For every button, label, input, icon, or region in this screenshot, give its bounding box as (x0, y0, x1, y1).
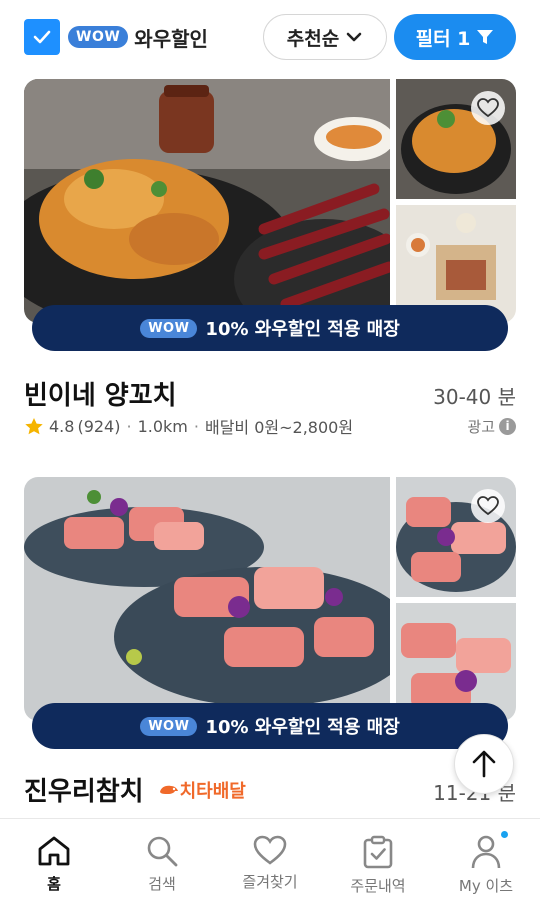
clipboard-icon (363, 835, 393, 869)
favorite-button[interactable] (471, 489, 505, 523)
heart-icon (253, 835, 287, 865)
info-icon: i (499, 417, 516, 435)
filter-button[interactable]: 필터 1 (394, 14, 516, 60)
cheetah-delivery-badge: 치타배달 (158, 777, 246, 803)
nav-search[interactable]: 검색 (108, 819, 216, 901)
delivery-time: 30-40 분 (433, 385, 516, 409)
sort-button[interactable]: 추천순 (263, 14, 387, 60)
search-icon (147, 836, 178, 867)
wow-badge: WOW (140, 318, 198, 338)
heart-icon (477, 98, 499, 118)
main-food-photo (24, 79, 390, 323)
home-icon (38, 836, 70, 866)
wow-banner-text: 10% 와우할인 적용 매장 (205, 717, 400, 738)
ad-text: 광고 (467, 417, 495, 436)
heart-icon (477, 496, 499, 516)
wow-badge: WOW (68, 26, 129, 48)
nav-search-label: 검색 (148, 875, 176, 893)
nav-favorites-label: 즐겨찾기 (242, 873, 298, 891)
separator-dot: · (193, 416, 199, 436)
nav-my-eats[interactable]: My 이츠 (432, 819, 540, 901)
cheetah-icon (159, 785, 178, 794)
check-icon (33, 30, 51, 44)
sort-label: 추천순 (286, 27, 340, 50)
distance: 1.0km (137, 416, 188, 436)
nav-favorites[interactable]: 즐겨찾기 (216, 819, 324, 901)
wow-discount-banner: WOW 10% 와우할인 적용 매장 (32, 703, 508, 749)
main-food-photo (24, 477, 390, 721)
review-count: (924) (77, 416, 121, 436)
ad-label[interactable]: 광고 i (467, 416, 516, 437)
wow-discount-banner: WOW 10% 와우할인 적용 매장 (32, 305, 508, 351)
bottom-navigation: 홈 검색 즐겨찾기 주문내역 My 이츠 (0, 818, 540, 901)
store-title-row: 진우리참치 치타배달 11-21 분 (24, 771, 516, 808)
filter-label: 필터 1 (415, 27, 471, 50)
notification-dot (501, 831, 508, 838)
nav-home-label: 홈 (47, 875, 61, 893)
nav-home[interactable]: 홈 (0, 819, 108, 901)
store-name[interactable]: 빈이네 양꼬치 (24, 375, 177, 412)
cheetah-label: 치타배달 (179, 780, 246, 802)
store-card[interactable]: WOW 10% 와우할인 적용 매장 진우리참치 치타배달 11-21 분 (24, 477, 516, 807)
rating: 4.8 (49, 416, 75, 436)
nav-orders[interactable]: 주문내역 (324, 819, 432, 901)
funnel-icon (477, 30, 494, 44)
star-icon (25, 417, 43, 434)
delivery-fee: 배달비 0원~2,800원 (204, 418, 354, 437)
scroll-to-top-button[interactable] (454, 734, 514, 794)
store-card[interactable]: WOW 10% 와우할인 적용 매장 빈이네 양꼬치 30-40 분 4.8 (… (24, 79, 516, 437)
wow-filter-label[interactable]: 와우할인 (134, 23, 208, 52)
person-icon (471, 835, 501, 869)
store-photos[interactable] (24, 477, 516, 721)
store-name[interactable]: 진우리참치 (24, 771, 144, 808)
store-meta-row: 4.8 (924) · 1.0km · 배달비 0원~2,800원 광고 i (24, 414, 516, 438)
separator-dot: · (126, 416, 132, 436)
store-title-row: 빈이네 양꼬치 30-40 분 (24, 375, 516, 412)
arrow-up-icon (472, 750, 496, 778)
nav-orders-label: 주문내역 (350, 877, 406, 895)
wow-banner-text: 10% 와우할인 적용 매장 (205, 319, 400, 340)
favorite-button[interactable] (471, 91, 505, 125)
store-photos[interactable] (24, 79, 516, 323)
wow-badge: WOW (140, 716, 198, 736)
wow-filter-checkbox[interactable] (24, 19, 60, 55)
nav-my-eats-label: My 이츠 (458, 877, 514, 895)
chevron-down-icon (346, 32, 362, 42)
